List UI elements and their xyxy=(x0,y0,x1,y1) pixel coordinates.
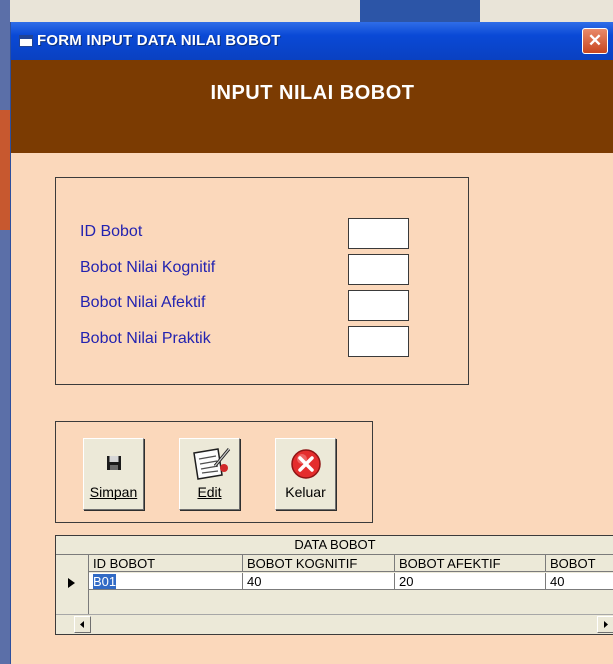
table-cell[interactable]: B01 xyxy=(89,573,243,590)
keluar-label: Keluar xyxy=(285,484,326,500)
column-header-bobot[interactable]: BOBOT xyxy=(546,555,613,572)
table-cell[interactable]: 40 xyxy=(243,573,395,590)
input-panel: ID Bobot Bobot Nilai Kognitif Bobot Nila… xyxy=(55,177,469,385)
table-cell[interactable]: 20 xyxy=(395,573,546,590)
arrow-right-icon xyxy=(604,621,608,628)
id-bobot-input[interactable] xyxy=(348,218,409,249)
edit-label: Edit xyxy=(197,484,222,500)
simpan-label: Simpan xyxy=(89,484,138,500)
scroll-right-button[interactable] xyxy=(597,616,613,633)
bobot-praktik-input[interactable] xyxy=(348,326,409,357)
background-desktop-strip xyxy=(0,0,10,664)
arrow-left-icon xyxy=(80,621,84,628)
page-title: INPUT NILAI BOBOT xyxy=(210,82,415,104)
bobot-afektif-input[interactable] xyxy=(348,290,409,321)
horizontal-scrollbar[interactable] xyxy=(56,614,613,634)
background-desktop-top xyxy=(360,0,480,22)
window-title: FORM INPUT DATA NILAI BOBOT xyxy=(37,32,281,49)
scroll-left-button[interactable] xyxy=(74,616,91,633)
floppy-disk-icon xyxy=(106,456,121,470)
column-header-id-bobot[interactable]: ID BOBOT xyxy=(89,555,243,572)
keluar-button[interactable]: Keluar xyxy=(275,438,336,510)
edit-button[interactable]: Edit xyxy=(179,438,240,510)
current-row-indicator-icon xyxy=(68,578,75,588)
column-header-bobot-afektif[interactable]: BOBOT AFEKTIF xyxy=(395,555,546,572)
selected-cell-text: B01 xyxy=(93,574,117,589)
header-banner: INPUT NILAI BOBOT xyxy=(11,60,613,153)
label-bobot-praktik: Bobot Nilai Praktik xyxy=(80,330,211,347)
window-icon xyxy=(19,35,33,47)
button-panel: Simpan Edit Keluar xyxy=(55,421,373,523)
exit-x-icon xyxy=(290,449,321,479)
data-grid[interactable]: DATA BOBOT ID BOBOT BOBOT KOGNITIF BOBOT… xyxy=(55,535,613,635)
label-bobot-kognitif: Bobot Nilai Kognitif xyxy=(80,259,216,276)
label-bobot-afektif: Bobot Nilai Afektif xyxy=(80,294,206,311)
bobot-kognitif-input[interactable] xyxy=(348,254,409,285)
grid-caption: DATA BOBOT xyxy=(56,536,613,555)
table-cell[interactable]: 40 xyxy=(546,573,613,590)
close-button[interactable]: ✕ xyxy=(582,28,608,54)
form-window: FORM INPUT DATA NILAI BOBOT ✕ INPUT NILA… xyxy=(10,22,613,664)
simpan-button[interactable]: Simpan xyxy=(83,438,144,510)
column-header-bobot-kognitif[interactable]: BOBOT KOGNITIF xyxy=(243,555,395,572)
row-selector-column xyxy=(56,555,89,621)
edit-document-icon xyxy=(192,448,230,480)
title-bar[interactable]: FORM INPUT DATA NILAI BOBOT ✕ xyxy=(11,22,613,60)
label-id-bobot: ID Bobot xyxy=(80,223,143,240)
